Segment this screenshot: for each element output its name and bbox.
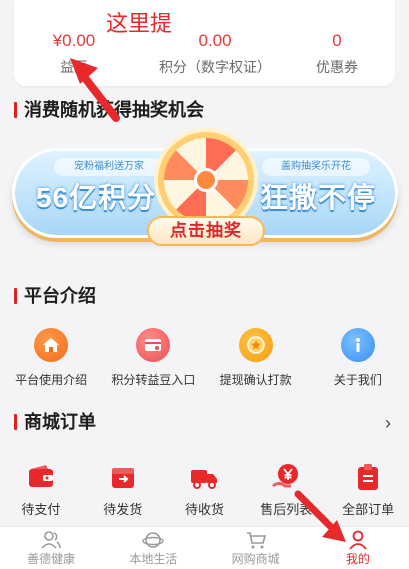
clipboard-icon xyxy=(353,462,383,492)
transfer-card-icon xyxy=(136,328,171,362)
banner-tag-left: 宠粉福利送万家 xyxy=(54,158,164,176)
banner-headline-left: 56亿积分 xyxy=(36,182,157,213)
order-item-all[interactable]: 全部订单 xyxy=(327,462,409,522)
lottery-section-title: 消费随机获得抽奖机会 xyxy=(14,100,204,120)
platform-item-withdraw[interactable]: 提现确认打款 xyxy=(205,328,307,388)
order-item-label: 待支付 xyxy=(21,502,61,517)
stats-card: ¥0.00 益豆 0.00 积分（数字权证） 0 优惠券 xyxy=(14,0,395,86)
tab-label: 网购商城 xyxy=(231,552,280,566)
stat-yidou[interactable]: ¥0.00 益豆 xyxy=(44,31,104,76)
box-icon xyxy=(108,462,138,492)
orders-grid: 待支付 待发货 待收货 售后列表 全部订单 xyxy=(0,462,409,522)
stat-coupons[interactable]: 0 优惠券 xyxy=(307,31,367,76)
tab-label: 本地生活 xyxy=(129,552,178,566)
users-icon xyxy=(40,530,62,550)
order-item-unpaid[interactable]: 待支付 xyxy=(0,462,82,522)
platform-item-label: 关于我们 xyxy=(333,373,382,387)
platform-item-label: 提现确认打款 xyxy=(219,373,292,387)
order-item-to-receive[interactable]: 待收货 xyxy=(164,462,246,522)
platform-item-label: 平台使用介绍 xyxy=(15,373,88,387)
person-icon xyxy=(347,530,369,550)
stat-coupons-label: 优惠券 xyxy=(316,59,358,75)
info-icon xyxy=(340,328,375,362)
order-item-label: 待发货 xyxy=(103,502,143,517)
truck-icon xyxy=(189,462,219,492)
platform-grid: 平台使用介绍 积分转益豆入口 提现确认打款 关于我们 xyxy=(0,328,409,388)
bottom-tab-bar: 善德健康 本地生活 网购商城 我的 xyxy=(0,526,409,569)
home-icon xyxy=(34,328,69,362)
annotation-text: 这里提 xyxy=(106,11,173,36)
platform-section-title: 平台介绍 xyxy=(14,286,96,306)
tab-local-life[interactable]: 本地生活 xyxy=(102,527,204,569)
platform-item-transfer[interactable]: 积分转益豆入口 xyxy=(102,328,204,388)
platform-item-label: 积分转益豆入口 xyxy=(111,373,196,387)
prize-wheel-hub xyxy=(194,168,218,192)
order-item-label: 待收货 xyxy=(184,502,224,517)
orders-section-title: 商城订单 xyxy=(14,412,96,432)
banner-headline-right: 狂撒不停 xyxy=(260,182,377,213)
planet-icon xyxy=(142,530,165,550)
tab-shande-health[interactable]: 善德健康 xyxy=(0,527,102,569)
stat-coupons-value: 0 xyxy=(332,31,342,50)
order-item-after-sales[interactable]: 售后列表 xyxy=(245,462,327,522)
order-item-to-ship[interactable]: 待发货 xyxy=(82,462,164,522)
coin-star-icon xyxy=(238,328,273,362)
tab-mine[interactable]: 我的 xyxy=(307,527,409,569)
lottery-banner[interactable]: 宠粉福利送万家 盖购抽奖乐开花 56亿积分 狂撒不停 点击抽奖 xyxy=(4,128,405,258)
lottery-button[interactable]: 点击抽奖 xyxy=(147,216,265,246)
wallet-icon xyxy=(26,462,56,492)
stat-points[interactable]: 0.00 积分（数字权证） xyxy=(150,32,280,76)
cart-icon xyxy=(245,530,267,550)
orders-chevron-right-icon[interactable]: › xyxy=(385,414,391,432)
banner-tag-right: 盖购抽奖乐开花 xyxy=(262,158,370,176)
stat-yidou-value: ¥0.00 xyxy=(52,31,96,50)
stat-yidou-label: 益豆 xyxy=(60,59,88,75)
tab-label: 我的 xyxy=(345,552,370,566)
order-item-label: 售后列表 xyxy=(260,502,313,517)
platform-item-guide[interactable]: 平台使用介绍 xyxy=(0,328,102,388)
platform-item-about[interactable]: 关于我们 xyxy=(307,328,409,388)
stat-points-label: 积分（数字权证） xyxy=(159,59,271,75)
order-item-label: 全部订单 xyxy=(342,502,395,517)
tab-online-mall[interactable]: 网购商城 xyxy=(205,527,307,569)
yen-service-icon xyxy=(271,462,301,492)
prize-wheel-face xyxy=(164,138,248,222)
tab-label: 善德健康 xyxy=(27,552,76,566)
